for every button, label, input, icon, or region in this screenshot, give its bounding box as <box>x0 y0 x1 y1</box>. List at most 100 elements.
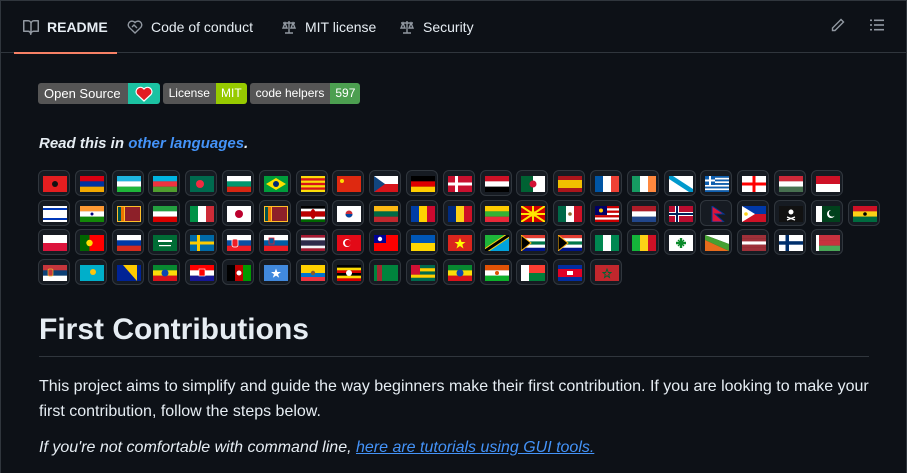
flag-bosnia-icon[interactable] <box>111 258 144 285</box>
flag-saudi-arabia-icon[interactable] <box>148 229 181 255</box>
flag-uganda-icon[interactable] <box>332 258 365 285</box>
flag-turkmenistan-icon[interactable] <box>369 258 402 285</box>
flag-israel-icon[interactable] <box>38 199 70 226</box>
outline-button[interactable] <box>866 16 888 38</box>
flag-south-africa-icon[interactable] <box>516 229 549 255</box>
tab-readme[interactable]: README <box>14 1 117 54</box>
flag-pirate-icon[interactable] <box>774 199 806 226</box>
flag-ukraine-icon[interactable] <box>406 229 438 255</box>
license-badge[interactable]: License MIT <box>162 83 247 104</box>
flag-sri-lanka-icon[interactable] <box>258 199 291 226</box>
flag-czech-republic-icon[interactable] <box>369 170 402 196</box>
flag-madagascar-icon[interactable] <box>516 258 549 285</box>
pencil-icon <box>830 17 846 38</box>
flag-greece-icon[interactable] <box>700 170 733 196</box>
flag-south-korea-icon[interactable] <box>332 199 365 226</box>
flag-denmark-icon[interactable] <box>442 170 475 196</box>
flag-nigeria-icon[interactable] <box>590 229 622 255</box>
flag-italy-icon[interactable] <box>185 199 218 226</box>
tab-code-of-conduct[interactable]: Code of conduct <box>127 1 253 53</box>
flag-spain-icon[interactable] <box>553 170 586 196</box>
flag-georgia-icon[interactable] <box>737 170 770 196</box>
flag-south-africa-icon[interactable] <box>553 229 586 255</box>
flag-north-macedonia-icon[interactable] <box>516 199 549 226</box>
flag-kazakhstan-icon[interactable] <box>74 258 107 285</box>
flag-vietnam-icon[interactable] <box>442 229 475 255</box>
flag-ethiopia-icon[interactable] <box>148 258 181 285</box>
tab-security[interactable]: Security <box>399 1 474 53</box>
flag-somalia-icon[interactable] <box>258 258 291 285</box>
flag-belarus-icon[interactable] <box>810 229 843 255</box>
law-scale-icon <box>281 19 297 35</box>
flag-france-icon[interactable] <box>590 170 622 196</box>
flag-portugal-icon[interactable] <box>74 229 107 255</box>
flag-china-icon[interactable] <box>332 170 365 196</box>
flag-turkey-icon[interactable] <box>332 229 365 255</box>
flag-croatia-icon[interactable] <box>185 258 218 285</box>
flag-indonesia-icon[interactable] <box>810 170 843 196</box>
flag-hungary-icon[interactable] <box>774 170 806 196</box>
flag-taiwan-icon[interactable] <box>369 229 402 255</box>
flag-japan-icon[interactable] <box>222 199 254 226</box>
page-title: First Contributions <box>39 313 309 346</box>
flag-latvia-icon[interactable] <box>737 229 770 255</box>
flag-kabylia-icon[interactable] <box>663 229 696 255</box>
flag-myanmar-icon[interactable] <box>479 199 512 226</box>
flag-azerbaijan-icon[interactable] <box>148 170 181 196</box>
flag-mexico-icon[interactable] <box>553 199 586 226</box>
flag-poland-icon[interactable] <box>38 229 70 255</box>
flag-bulgaria-icon[interactable] <box>222 170 254 196</box>
flag-armenia-icon[interactable] <box>74 170 107 196</box>
gui-tools-link[interactable]: here are tutorials using GUI tools. <box>356 439 594 456</box>
other-languages-link[interactable]: other languages <box>128 135 244 152</box>
flag-germany-icon[interactable] <box>406 170 438 196</box>
flag-romania-icon[interactable] <box>442 199 475 226</box>
flag-nepal-icon[interactable] <box>700 199 733 226</box>
flag-philippines-icon[interactable] <box>737 199 770 226</box>
flag-russia-icon[interactable] <box>111 229 144 255</box>
edit-file-button[interactable] <box>827 16 849 38</box>
flag-galicia-icon[interactable] <box>663 170 696 196</box>
flag-egypt-icon[interactable] <box>479 170 512 196</box>
read-in-prefix: Read this in <box>39 135 129 152</box>
flag-serbia-icon[interactable] <box>38 258 70 285</box>
flag-lithuania-icon[interactable] <box>369 199 402 226</box>
flag-norway-icon[interactable] <box>663 199 696 226</box>
flag-bangladesh-icon[interactable] <box>185 170 218 196</box>
flag-catalonia-icon[interactable] <box>295 170 328 196</box>
flag-ethiopia-icon[interactable] <box>442 258 475 285</box>
flag-afghanistan-icon[interactable] <box>222 258 254 285</box>
flag-tanzania-icon[interactable] <box>479 229 512 255</box>
flag-moldova-icon[interactable] <box>406 199 438 226</box>
flag-netherlands-icon[interactable] <box>626 199 659 226</box>
flag-slovenia-icon[interactable] <box>258 229 291 255</box>
flag-uzbekistan-icon[interactable] <box>111 170 144 196</box>
flag-morocco-icon[interactable] <box>590 258 622 285</box>
open-source-badge[interactable]: Open Source <box>38 83 160 104</box>
flag-sweden-icon[interactable] <box>185 229 218 255</box>
code-helpers-badge[interactable]: code helpers 597 <box>249 83 361 104</box>
flag-wakanda-icon[interactable] <box>700 229 733 255</box>
flag-algeria-icon[interactable] <box>516 170 549 196</box>
flag-ireland-icon[interactable] <box>626 170 659 196</box>
flag-ecuador-icon[interactable] <box>295 258 328 285</box>
gui-tools-prefix: If you're not comfortable with command l… <box>39 439 356 456</box>
flag-niger-icon[interactable] <box>479 258 512 285</box>
flag-finland-icon[interactable] <box>774 229 806 255</box>
flag-brazil-icon[interactable] <box>258 170 291 196</box>
flag-togo-icon[interactable] <box>406 258 438 285</box>
flag-thailand-icon[interactable] <box>295 229 328 255</box>
flag-iran-icon[interactable] <box>148 199 181 226</box>
flag-cambodia-icon[interactable] <box>553 258 586 285</box>
flag-kenya-icon[interactable] <box>295 199 328 226</box>
tab-mit-license[interactable]: MIT license <box>281 1 376 53</box>
flag-mali-icon[interactable] <box>626 229 659 255</box>
flag-pakistan-icon[interactable] <box>810 199 843 226</box>
tab-mit-license-label: MIT license <box>305 19 377 35</box>
flag-malaysia-icon[interactable] <box>590 199 622 226</box>
flag-india-icon[interactable] <box>74 199 107 226</box>
flag-slovakia-icon[interactable] <box>222 229 254 255</box>
flag-sri-lanka-icon[interactable] <box>111 199 144 226</box>
flag-ghana-icon[interactable] <box>847 199 880 226</box>
flag-albania-icon[interactable] <box>38 170 70 196</box>
